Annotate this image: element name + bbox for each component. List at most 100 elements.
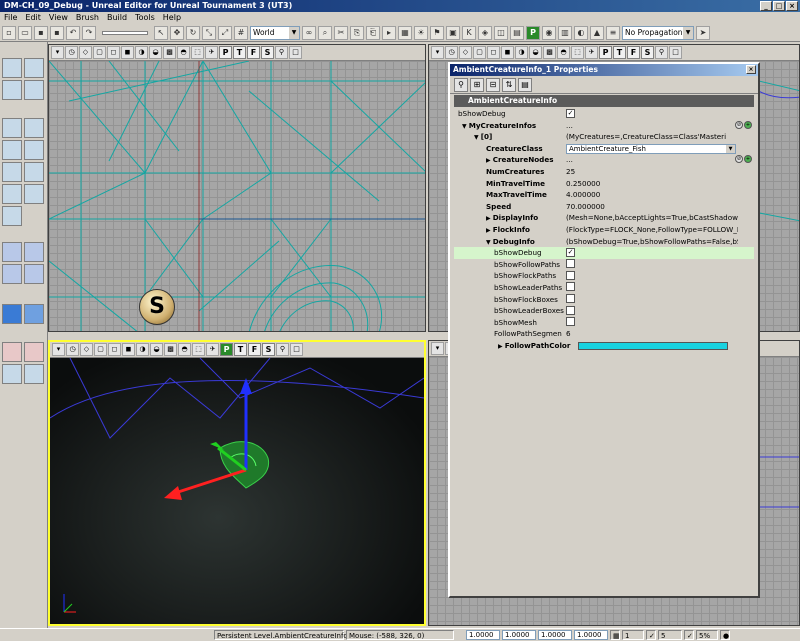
hide-selected-icon[interactable]	[24, 342, 44, 362]
expand-all-icon[interactable]: ⊞	[470, 77, 484, 92]
close-button[interactable]: ×	[786, 1, 798, 11]
viewport-top[interactable]: ▾ ◷ ◇ ▢ ◻ ◼ ◑ ◒ ▩ ◓ ⬚ ✈ P T F S ⚲ □ S	[48, 44, 426, 332]
camera-speed-icon[interactable]: ✈	[205, 46, 218, 59]
light-complexity-icon[interactable]: ◒	[150, 343, 163, 356]
lighting-only-icon[interactable]: ◑	[136, 343, 149, 356]
viewport-options-icon[interactable]: ▾	[431, 46, 444, 59]
viewport-options-icon[interactable]: ▾	[51, 46, 64, 59]
property-row-bshowflockboxes[interactable]: bShowFlockBoxes	[454, 293, 754, 306]
wireframe-icon[interactable]: ▢	[94, 343, 107, 356]
play-in-editor-icon[interactable]: P	[526, 25, 540, 40]
properties-scrollbar[interactable]	[748, 174, 756, 414]
rotation-snap-checkbox[interactable]: ✓	[646, 629, 656, 640]
open-icon[interactable]: ▭	[18, 25, 32, 40]
property-value[interactable]: (bShowDebug=True,bShowFollowPaths=False,…	[566, 236, 738, 248]
menu-help[interactable]: Help	[163, 12, 181, 24]
scale-field[interactable]: 1.0000	[574, 629, 608, 640]
maximize-viewport-icon[interactable]: □	[290, 343, 303, 356]
viewport-perspective-button[interactable]: P	[599, 46, 612, 59]
drag-z-field[interactable]: 1.0000	[538, 629, 572, 640]
csg-add-icon[interactable]	[2, 242, 22, 262]
menu-brush[interactable]: Brush	[76, 12, 99, 24]
layers-icon[interactable]: ≡	[606, 25, 620, 40]
property-checkbox[interactable]: ✓	[566, 247, 575, 257]
unlit-icon[interactable]: ◻	[108, 343, 121, 356]
viewport-front-button[interactable]: F	[247, 46, 260, 59]
cone-brush-icon[interactable]	[24, 118, 44, 138]
paste-icon[interactable]: ⎗	[366, 25, 380, 40]
snap-icon[interactable]: #	[234, 25, 248, 40]
lighting-only-icon[interactable]: ◑	[515, 46, 528, 59]
perspective-icon[interactable]: ◇	[79, 46, 92, 59]
realtime-icon[interactable]: ◷	[445, 46, 458, 59]
lock-icon[interactable]: ⚲	[276, 343, 289, 356]
lock-icon[interactable]: ⚲	[655, 46, 668, 59]
add-item-icon[interactable]: +	[744, 120, 752, 129]
cut-icon[interactable]: ✂	[334, 25, 348, 40]
maximize-viewport-icon[interactable]: □	[669, 46, 682, 59]
viewport-perspective-button[interactable]: P	[220, 343, 233, 356]
empty-array-icon[interactable]: ⊘	[735, 155, 743, 164]
expand-arrow-icon[interactable]: ▶	[486, 157, 493, 164]
wireframe-icon[interactable]: ▢	[473, 46, 486, 59]
expand-arrow-icon[interactable]: ▶	[486, 215, 493, 222]
show-all-icon[interactable]	[24, 364, 44, 384]
sort-icon[interactable]: ⇅	[502, 77, 516, 92]
menu-build[interactable]: Build	[107, 12, 127, 24]
property-row-bshowdebug[interactable]: bShowDebug ✓	[454, 247, 754, 259]
collapse-arrow-icon[interactable]: ▼	[486, 239, 493, 246]
property-row-bshowdebug[interactable]: bShowDebug ✓	[454, 108, 754, 120]
wireframe-icon[interactable]: ▢	[93, 46, 106, 59]
perspective-icon[interactable]: ◇	[80, 343, 93, 356]
color-swatch[interactable]	[578, 341, 728, 350]
select-invert-icon[interactable]	[2, 364, 22, 384]
property-checkbox[interactable]	[566, 317, 575, 327]
property-value[interactable]: ...	[566, 120, 738, 132]
light-complexity-icon[interactable]: ◒	[529, 46, 542, 59]
cube-brush-icon[interactable]	[2, 118, 22, 138]
shader-complexity-icon[interactable]: ◓	[557, 46, 570, 59]
menu-edit[interactable]: Edit	[25, 12, 41, 24]
geometry-mode-icon[interactable]	[24, 58, 44, 78]
world-properties-icon[interactable]: ◉	[542, 25, 556, 40]
lighting-only-icon[interactable]: ◑	[135, 46, 148, 59]
viewport-top-canvas[interactable]: S	[49, 60, 425, 331]
property-value[interactable]: ✓	[566, 247, 738, 259]
new-icon[interactable]: ▫	[2, 25, 16, 40]
scale-nonuniform-icon[interactable]: ⤢	[218, 25, 232, 40]
property-row-speed[interactable]: Speed 70.000000	[454, 200, 754, 213]
property-row-followpathcolor[interactable]: ▶ FollowPathColor	[454, 339, 754, 352]
scale-icon[interactable]: ⤡	[202, 25, 216, 40]
maximize-button[interactable]: □	[773, 1, 785, 11]
search-icon[interactable]: ⌕	[318, 25, 332, 40]
spiral-stair-icon[interactable]	[2, 184, 22, 204]
show-selected-icon[interactable]	[2, 342, 22, 362]
property-row-debuginfo[interactable]: ▼ DebugInfo (bShowDebug=True,bShowFollowP…	[454, 235, 754, 248]
lock-icon[interactable]: ⚲	[275, 46, 288, 59]
generic-browser-icon[interactable]: ▤	[510, 25, 524, 40]
brush-wireframe-icon[interactable]: ⬚	[191, 46, 204, 59]
unlit-icon[interactable]: ◻	[487, 46, 500, 59]
build-lighting-icon[interactable]: ☀	[414, 25, 428, 40]
drag-grid-slider[interactable]	[102, 30, 148, 35]
binoculars-icon[interactable]: ∞	[302, 25, 316, 40]
texture-align-icon[interactable]	[2, 80, 22, 100]
unlit-icon[interactable]: ◻	[107, 46, 120, 59]
lit-icon[interactable]: ◼	[501, 46, 514, 59]
viewport-options-icon[interactable]: ▾	[431, 342, 444, 355]
light-complexity-icon[interactable]: ◒	[149, 46, 162, 59]
undo-icon[interactable]: ↶	[66, 25, 80, 40]
texture-density-icon[interactable]: ▩	[543, 46, 556, 59]
property-row-creatureclass[interactable]: CreatureClass AmbientCreature_Fish	[454, 142, 754, 155]
property-row-bshowflockpaths[interactable]: bShowFlockPaths	[454, 270, 754, 282]
viewport-top-button[interactable]: T	[234, 343, 247, 356]
property-row-mintraveltime[interactable]: MinTravelTime 0.250000	[454, 177, 754, 190]
scale-snap-checkbox[interactable]: ✓	[684, 629, 694, 640]
csg-deintersect-icon[interactable]	[24, 264, 44, 284]
curved-stair-icon[interactable]	[2, 162, 22, 182]
autosave-icon[interactable]: ●	[720, 629, 730, 640]
property-value[interactable]: ...	[566, 154, 738, 166]
cylinder-brush-icon[interactable]	[2, 140, 22, 160]
empty-array-icon[interactable]: ⊘	[735, 120, 743, 129]
texture-density-icon[interactable]: ▩	[163, 46, 176, 59]
